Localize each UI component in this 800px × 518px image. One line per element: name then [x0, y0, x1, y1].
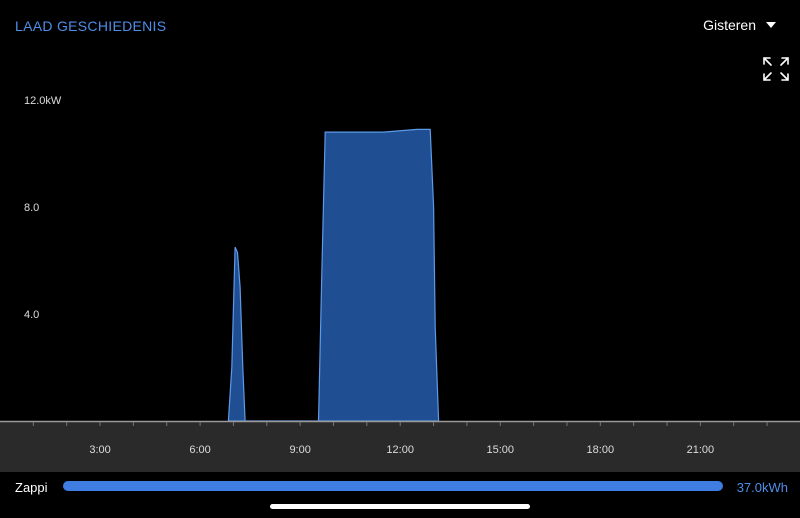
energy-progress-bar[interactable] [63, 481, 723, 491]
y-tick-label: 4.0 [24, 309, 39, 321]
series-area [227, 128, 440, 422]
footer [0, 472, 800, 518]
energy-progress-fill [63, 481, 723, 491]
x-tick-label: 12:00 [386, 444, 414, 456]
y-tick-label: 12.0kW [24, 95, 62, 107]
energy-value: 37.0kWh [736, 480, 788, 495]
y-tick-label: 8.0 [24, 202, 39, 214]
x-tick-label: 9:00 [289, 444, 310, 456]
charge-history-chart: 4.0 8.0 12.0kW 3:00 6:00 9:00 12:00 15:00 18:00 2… [0, 95, 800, 456]
x-tick-label: 15:00 [486, 444, 514, 456]
x-tick-label: 18:00 [587, 444, 615, 456]
x-tick-label: 21:00 [687, 444, 715, 456]
home-indicator [270, 504, 530, 509]
x-tick-label: 6:00 [189, 444, 210, 456]
x-tick-label: 3:00 [89, 444, 110, 456]
device-label: Zappi [15, 480, 48, 495]
